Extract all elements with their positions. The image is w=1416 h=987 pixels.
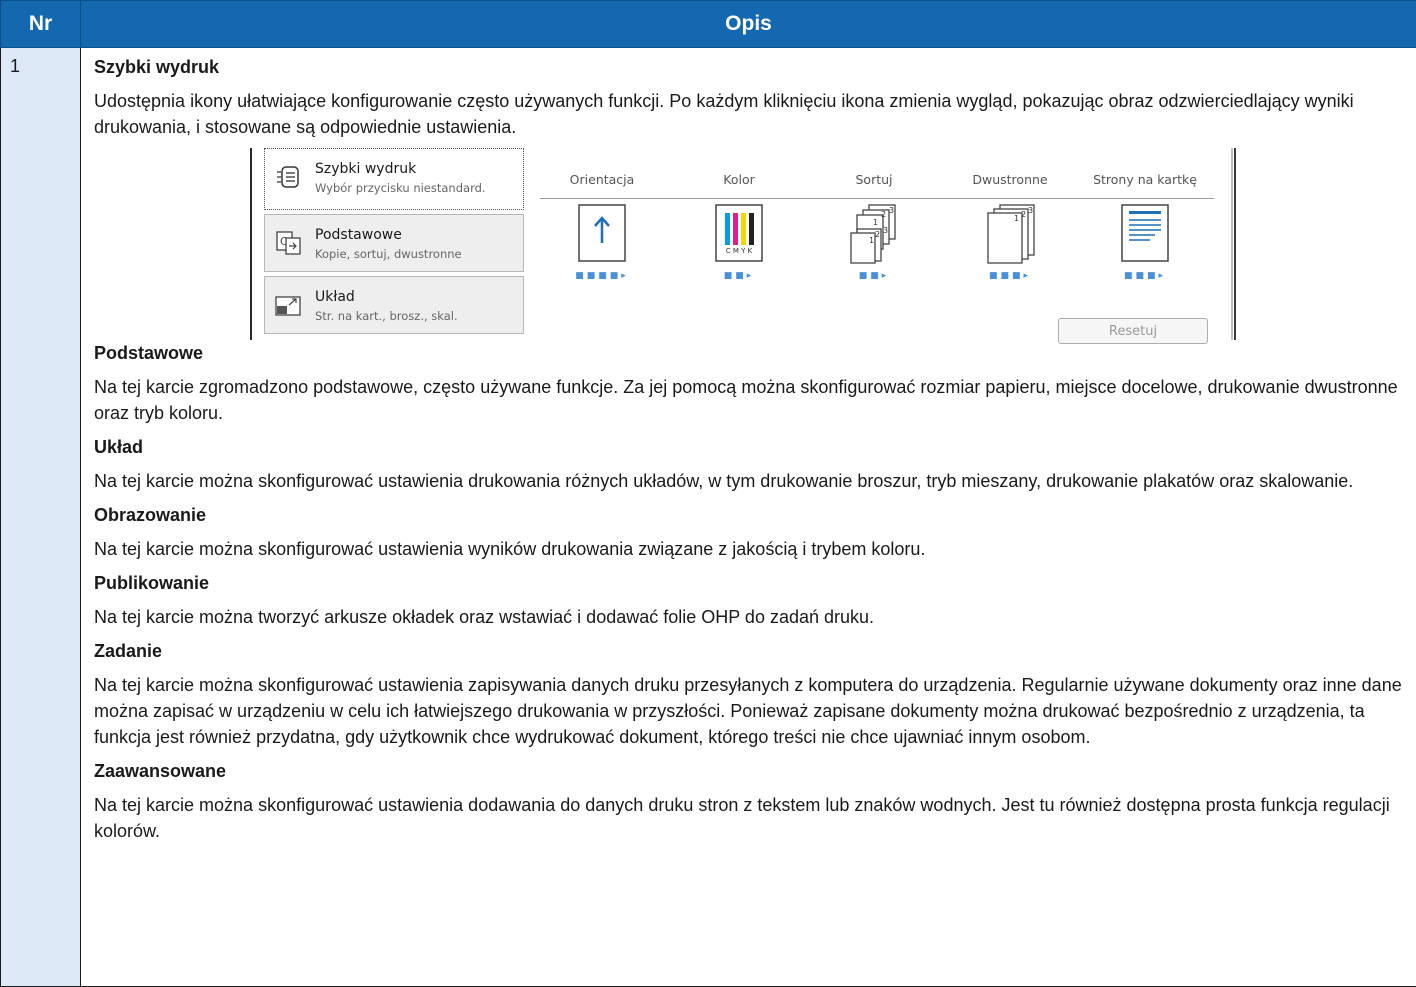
svg-text:1: 1	[873, 218, 878, 227]
collate-setting[interactable]: Sortuj 1 2 3 1 2	[799, 172, 949, 281]
tab-subtitle: Kopie, sortuj, dwustronne	[315, 247, 462, 261]
section-title-uklad: Układ	[94, 436, 1402, 458]
section-title-zadanie: Zadanie	[94, 640, 1402, 662]
section-text-obrazowanie: Na tej karcie można skonfigurować ustawi…	[94, 536, 1402, 562]
header-nr: Nr	[1, 1, 81, 48]
column-label: Dwustronne	[935, 172, 1085, 187]
svg-text:3: 3	[883, 226, 888, 235]
tab-szybki-wydruk[interactable]: Szybki wydruk Wybór przycisku niestandar…	[264, 148, 524, 210]
layout-icon	[274, 291, 304, 319]
row-description: Szybki wydruk Udostępnia ikony ułatwiają…	[81, 48, 1416, 987]
svg-text:3: 3	[1028, 206, 1033, 215]
tab-podstawowe[interactable]: C Podstawowe Kopie, sortuj, dwustronne	[264, 214, 524, 272]
section-title-podstawowe: Podstawowe	[94, 342, 1402, 364]
svg-text:1: 1	[1014, 214, 1019, 223]
window-edge	[1231, 148, 1236, 340]
section-title-zaawansowane: Zaawansowane	[94, 760, 1402, 782]
color-setting[interactable]: Kolor C M Y K ■■▸	[664, 172, 814, 281]
tab-uklad[interactable]: Układ Str. na kart., brosz., skal.	[264, 276, 524, 334]
option-indicator: ■■■▸	[1070, 271, 1220, 281]
orientation-portrait-icon	[577, 203, 627, 263]
tab-subtitle: Str. na kart., brosz., skal.	[315, 309, 458, 323]
option-indicator: ■■■▸	[935, 271, 1085, 281]
tab-title: Szybki wydruk	[315, 161, 416, 177]
table-header-row: Nr Opis	[1, 1, 1416, 48]
svg-text:2: 2	[881, 210, 886, 219]
section-text-zaawansowane: Na tej karcie można skonfigurować ustawi…	[94, 792, 1402, 844]
pages-per-sheet-icon	[1120, 203, 1170, 263]
tab-subtitle: Wybór przycisku niestandard.	[315, 181, 486, 195]
section-title-obrazowanie: Obrazowanie	[94, 504, 1402, 526]
orientation-setting[interactable]: Orientacja ■■■■▸	[527, 172, 677, 281]
option-indicator: ■■▸	[799, 271, 949, 281]
column-label: Orientacja	[527, 172, 677, 187]
row-number: 1	[1, 48, 81, 987]
cmyk-color-icon: C M Y K	[714, 203, 764, 263]
table-row: 1 Szybki wydruk Udostępnia ikony ułatwia…	[1, 48, 1416, 987]
quick-print-screenshot: Szybki wydruk Wybór przycisku niestandar…	[250, 148, 1236, 340]
section-text-podstawowe: Na tej karcie zgromadzono podstawowe, cz…	[94, 374, 1402, 426]
option-indicator: ■■■■▸	[527, 271, 677, 281]
header-opis: Opis	[81, 1, 1416, 48]
section-text-uklad: Na tej karcie można skonfigurować ustawi…	[94, 468, 1402, 494]
column-label: Strony na kartkę	[1070, 172, 1220, 187]
cmyk-label: C M Y K	[714, 247, 764, 255]
tab-title: Układ	[315, 289, 355, 305]
column-label: Kolor	[664, 172, 814, 187]
duplex-setting[interactable]: Dwustronne 1 2 3 ■■■▸	[935, 172, 1085, 281]
collate-pages-icon: 1 2 3 1 2 3	[849, 203, 899, 263]
svg-text:1: 1	[869, 236, 874, 245]
section-title-publikowanie: Publikowanie	[94, 572, 1402, 594]
description-table: Nr Opis 1 Szybki wydruk Udostępnia ikony…	[0, 0, 1416, 987]
quick-print-icon	[274, 163, 304, 191]
svg-text:2: 2	[1021, 210, 1026, 219]
section-title-szybki-wydruk: Szybki wydruk	[94, 56, 1402, 78]
pages-per-sheet-setting[interactable]: Strony na kartkę ■■■▸	[1070, 172, 1220, 281]
section-text-zadanie: Na tej karcie można skonfigurować ustawi…	[94, 672, 1402, 750]
duplex-pages-icon: 1 2 3	[985, 203, 1035, 263]
svg-text:2: 2	[875, 230, 880, 239]
section-text-szybki-wydruk: Udostępnia ikony ułatwiające konfigurowa…	[94, 88, 1402, 140]
reset-button[interactable]: Resetuj	[1058, 318, 1208, 344]
basic-copy-icon: C	[274, 229, 304, 257]
option-indicator: ■■▸	[664, 271, 814, 281]
section-text-publikowanie: Na tej karcie można tworzyć arkusze okła…	[94, 604, 1402, 630]
svg-text:3: 3	[889, 206, 894, 215]
tab-title: Podstawowe	[315, 227, 402, 243]
column-label: Sortuj	[799, 172, 949, 187]
